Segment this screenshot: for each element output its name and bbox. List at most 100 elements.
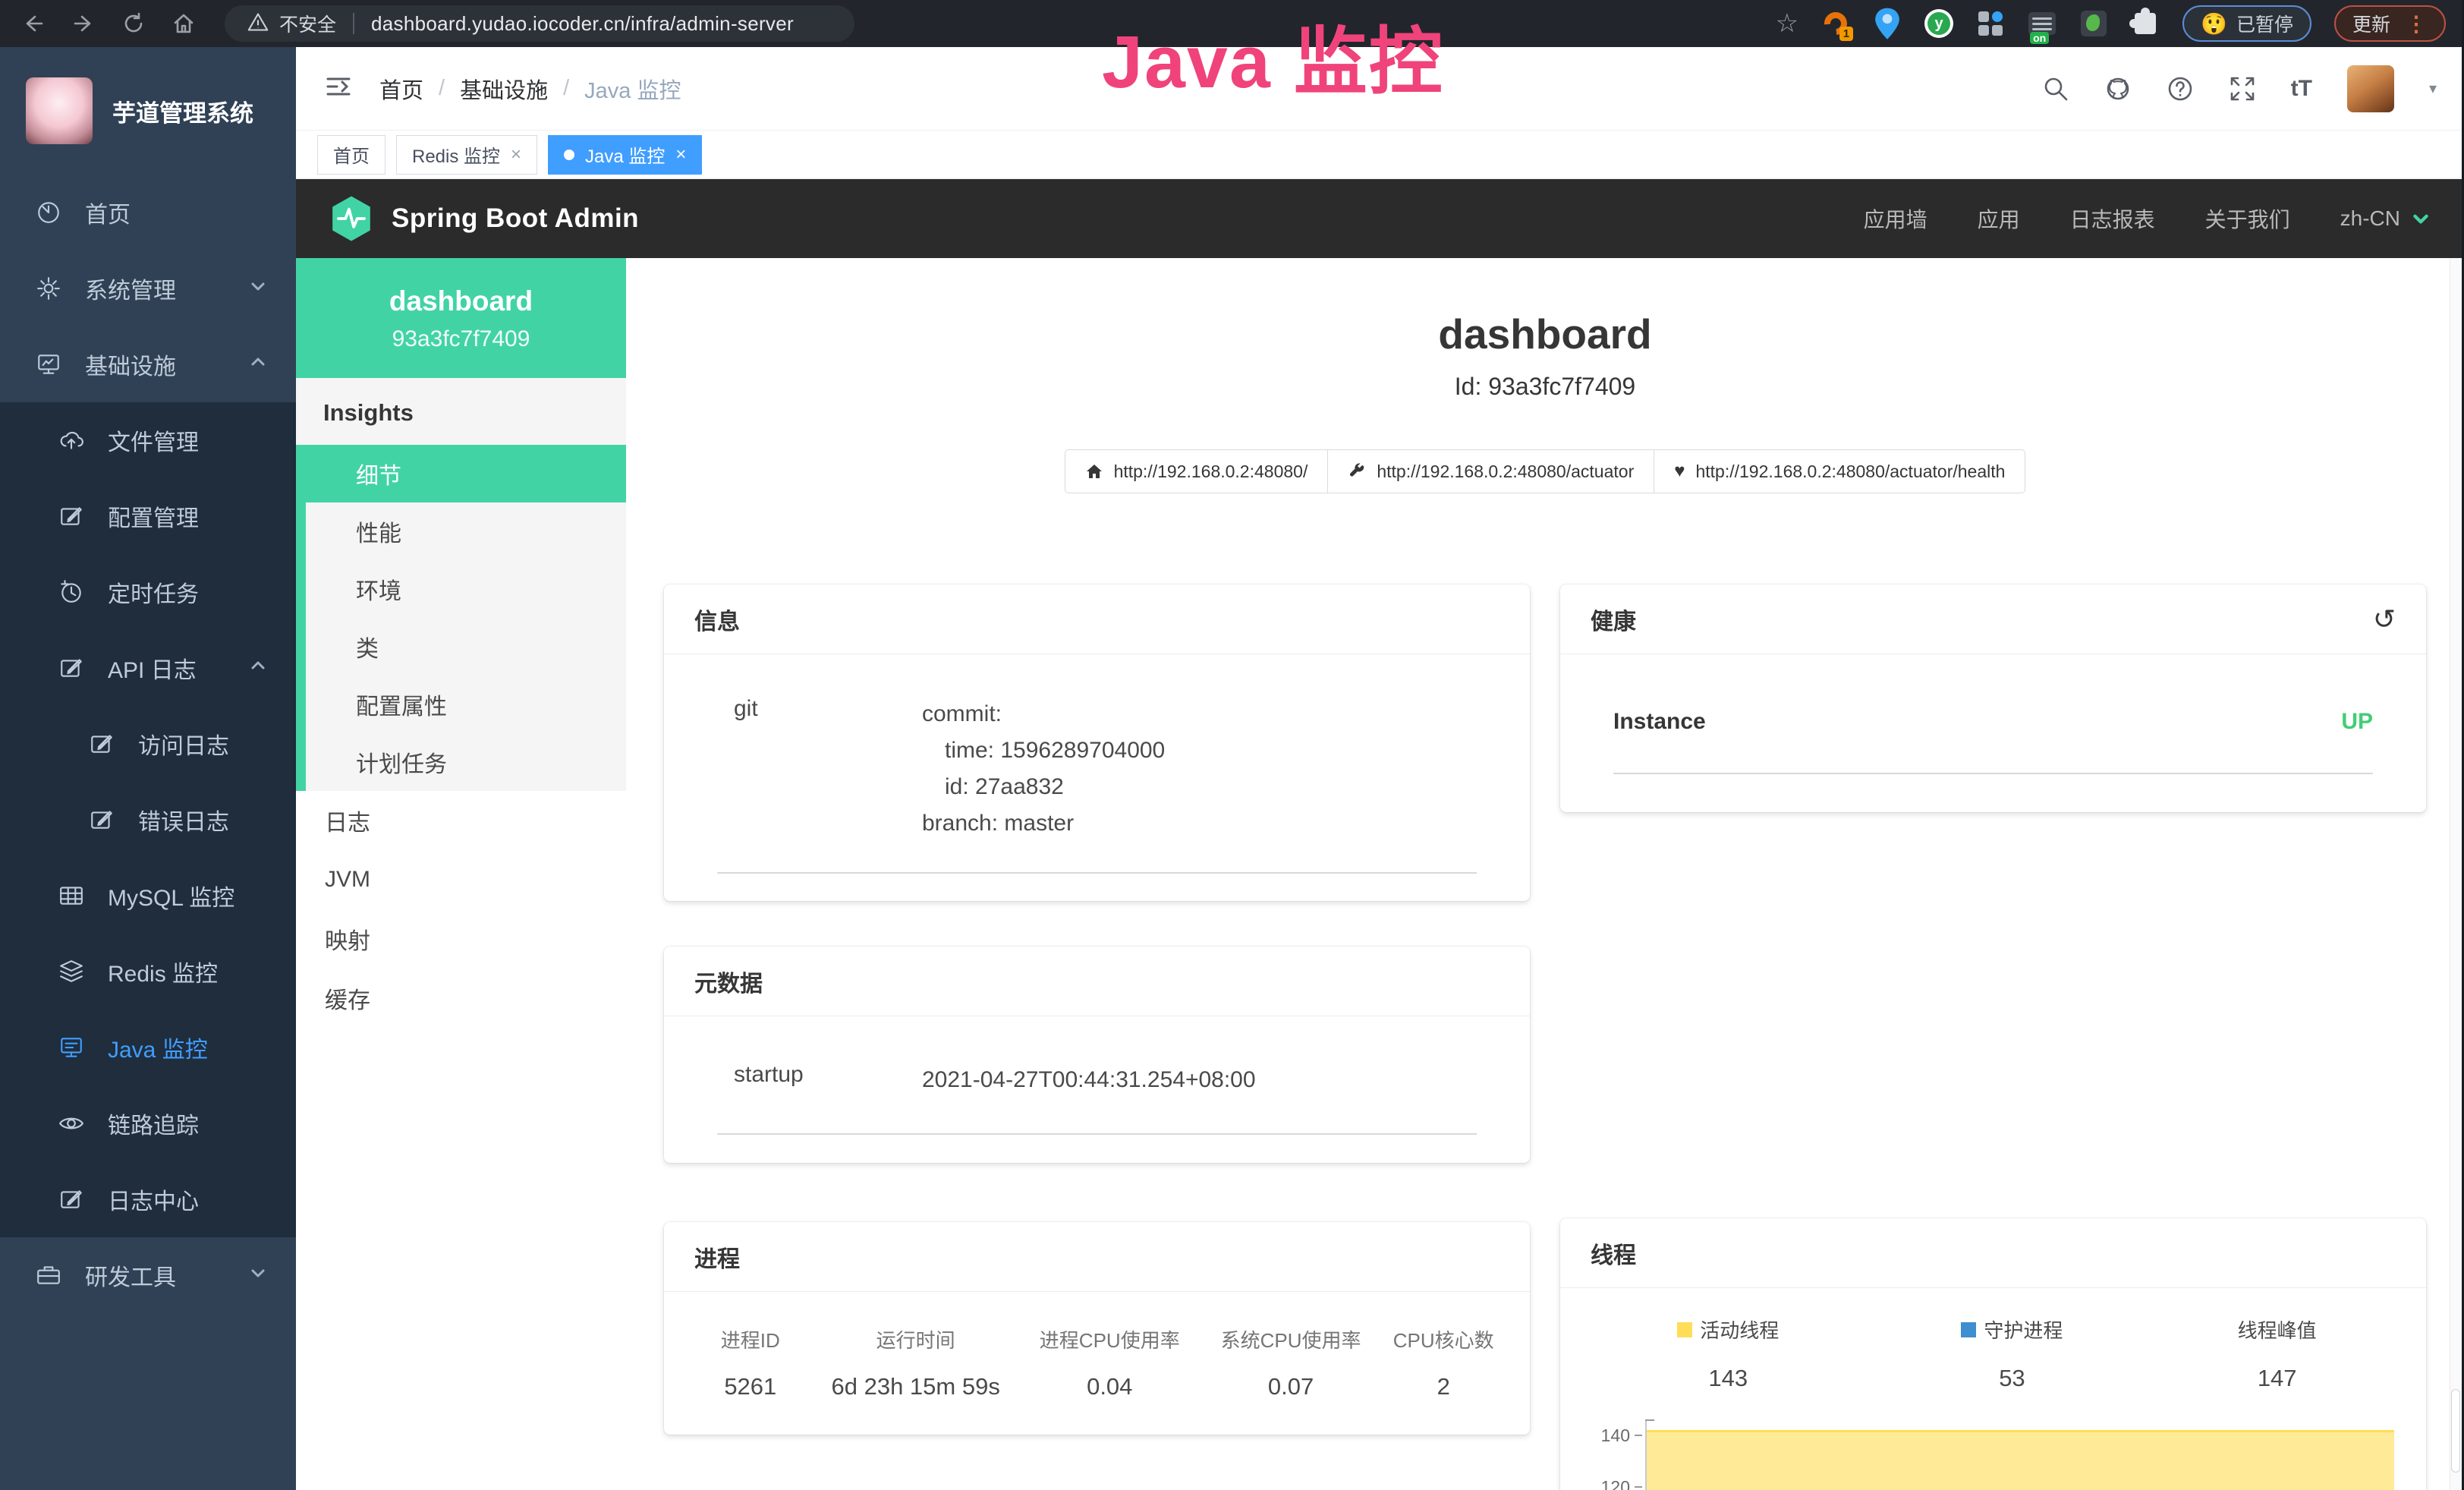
app-logo[interactable]: 芋道管理系统 <box>0 47 296 175</box>
sba-nav-applications[interactable]: 应用 <box>1978 203 2020 234</box>
sba-menu-logs[interactable]: 日志 <box>296 791 626 850</box>
sba-nav-wallboard[interactable]: 应用墙 <box>1864 203 1927 234</box>
info-row-value: commit: time: 1596289704000 id: 27aa832 … <box>922 696 1165 842</box>
breadcrumb-current: Java 监控 <box>584 73 681 105</box>
actuator-url-button[interactable]: http://192.168.0.2:48080/actuator <box>1327 449 1654 493</box>
sba-menu-caches[interactable]: 缓存 <box>296 969 626 1028</box>
sidebar-item-log-center[interactable]: 日志中心 <box>0 1161 296 1237</box>
browser-reload-icon[interactable] <box>118 8 149 39</box>
breadcrumb-infrastructure[interactable]: 基础设施 <box>460 73 548 105</box>
process-uptime-value: 6d 23h 15m 59s <box>814 1373 1018 1400</box>
sidebar-item-home[interactable]: 首页 <box>0 175 296 250</box>
heart-icon: ♥ <box>1674 461 1685 482</box>
info-card-title: 信息 <box>694 603 740 636</box>
tag-home[interactable]: 首页 <box>317 135 385 175</box>
security-label: 不安全 <box>279 10 336 37</box>
search-icon[interactable] <box>2042 75 2069 102</box>
vertical-scrollbar[interactable] <box>2450 258 2462 1490</box>
app-title: 芋道管理系统 <box>112 94 253 128</box>
breadcrumb-home[interactable]: 首页 <box>379 73 423 105</box>
github-icon[interactable] <box>2104 75 2132 102</box>
sidebar-item-redis-monitor[interactable]: Redis 监控 <box>0 934 296 1010</box>
sidebar-item-file-manage[interactable]: 文件管理 <box>0 402 296 478</box>
help-icon[interactable] <box>2167 75 2194 102</box>
screen: 不安全 dashboard.yudao.iocoder.cn/infra/adm… <box>0 0 2464 1490</box>
sidebar-item-dev-tools[interactable]: 研发工具 <box>0 1237 296 1313</box>
font-size-icon[interactable]: tT <box>2291 76 2312 102</box>
chevron-down-icon <box>249 1262 267 1288</box>
process-card: 进程 进程ID 运行时间 进程CPU使用率 系统CPU使用率 CPU核心数 <box>664 1222 1530 1435</box>
sba-menu-config-props[interactable]: 配置属性 <box>306 676 626 733</box>
sba-menu-metrics[interactable]: 性能 <box>306 502 626 560</box>
process-pid-value: 5261 <box>687 1373 814 1400</box>
layers-icon <box>55 959 88 984</box>
y-axis-tick: 140 <box>1583 1425 1630 1446</box>
close-icon[interactable]: × <box>511 144 521 165</box>
user-menu-caret-icon[interactable]: ▾ <box>2429 79 2437 98</box>
health-instance-label[interactable]: Instance <box>1613 709 1706 735</box>
sba-menu-environment[interactable]: 环境 <box>306 560 626 618</box>
sba-brand-title[interactable]: Spring Boot Admin <box>392 203 639 234</box>
sba-menu-mappings[interactable]: 映射 <box>296 909 626 969</box>
admin-sidebar: 芋道管理系统 首页 系统管理 基础设施 <box>0 47 296 1490</box>
browser-menu-dots-icon[interactable]: ⋮ <box>2406 11 2428 36</box>
extension-colorzilla-icon[interactable]: 1 <box>1821 9 1850 38</box>
sba-menu-jvm[interactable]: JVM <box>296 850 626 909</box>
sba-menu-details[interactable]: 细节 <box>306 445 626 502</box>
tag-java-monitor[interactable]: Java 监控 × <box>548 135 702 175</box>
threads-card-title: 线程 <box>1591 1236 1636 1270</box>
profile-emoji: 😲 <box>2201 11 2227 36</box>
sidebar-item-api-log[interactable]: API 日志 <box>0 630 296 706</box>
sidebar-item-config-manage[interactable]: 配置管理 <box>0 478 296 554</box>
sidebar-item-java-monitor[interactable]: Java 监控 <box>0 1010 296 1085</box>
profile-paused-chip[interactable]: 😲 已暂停 <box>2182 5 2311 42</box>
address-bar[interactable]: 不安全 dashboard.yudao.iocoder.cn/infra/adm… <box>225 5 854 42</box>
health-url-button[interactable]: ♥ http://192.168.0.2:48080/actuator/heal… <box>1654 449 2025 493</box>
tag-redis-monitor[interactable]: Redis 监控 × <box>396 135 537 175</box>
live-threads-area-series <box>1647 1430 2394 1490</box>
page-url[interactable]: dashboard.yudao.iocoder.cn/infra/admin-s… <box>371 12 794 36</box>
extension-pin-icon[interactable] <box>1873 9 1902 38</box>
language-selector[interactable]: zh-CN <box>2340 206 2431 231</box>
y-axis-tick: 120 <box>1583 1477 1630 1490</box>
extension-grid-icon[interactable] <box>1976 9 2005 38</box>
sba-menu-scheduled-tasks[interactable]: 计划任务 <box>306 733 626 791</box>
browser-home-icon[interactable] <box>168 8 199 39</box>
extensions-puzzle-icon[interactable] <box>2131 9 2160 38</box>
peak-threads-value: 147 <box>2151 1365 2403 1392</box>
sba-nav-about[interactable]: 关于我们 <box>2205 203 2290 234</box>
sidebar-item-infrastructure[interactable]: 基础设施 <box>0 326 296 402</box>
history-icon[interactable]: ↺ <box>2373 606 2396 633</box>
browser-forward-icon[interactable] <box>68 8 99 39</box>
spring-boot-admin-logo-icon <box>329 195 373 242</box>
fullscreen-icon[interactable] <box>2229 75 2256 102</box>
breadcrumb: 首页 / 基础设施 / Java 监控 <box>379 73 681 105</box>
sba-nav-journal[interactable]: 日志报表 <box>2070 203 2155 234</box>
row-divider <box>1613 773 2373 774</box>
active-tag-dot <box>564 150 574 160</box>
sidebar-item-system[interactable]: 系统管理 <box>0 250 296 326</box>
url-separator <box>353 13 354 34</box>
extension-y-icon[interactable]: y <box>1924 9 1953 38</box>
service-url-button[interactable]: http://192.168.0.2:48080/ <box>1065 449 1329 493</box>
legend-swatch-blue <box>1961 1322 1976 1337</box>
chrome-update-button[interactable]: 更新 ⋮ <box>2334 5 2446 42</box>
close-icon[interactable]: × <box>675 144 686 165</box>
sba-menu-classes[interactable]: 类 <box>306 618 626 676</box>
browser-back-icon[interactable] <box>18 8 49 39</box>
extension-switchyomega-icon[interactable]: on <box>2028 9 2056 38</box>
sidebar-item-tracing[interactable]: 链路追踪 <box>0 1085 296 1161</box>
extension-leaf-icon[interactable] <box>2079 9 2108 38</box>
sidebar-item-scheduled-jobs[interactable]: 定时任务 <box>0 554 296 630</box>
sidebar-item-mysql-monitor[interactable]: MySQL 监控 <box>0 858 296 934</box>
collapse-sidebar-icon[interactable] <box>323 71 354 106</box>
health-card: 健康 ↺ Instance UP <box>1560 584 2426 812</box>
user-avatar[interactable] <box>2347 65 2394 112</box>
paused-label: 已暂停 <box>2236 10 2293 37</box>
sidebar-item-access-log[interactable]: 访问日志 <box>0 706 296 782</box>
sidebar-item-error-log[interactable]: 错误日志 <box>0 782 296 858</box>
instance-header[interactable]: dashboard 93a3fc7f7409 <box>296 258 626 378</box>
bookmark-star-icon[interactable]: ☆ <box>1776 8 1798 39</box>
scrollbar-thumb[interactable] <box>2451 1389 2460 1473</box>
health-status-badge: UP <box>2341 709 2373 735</box>
